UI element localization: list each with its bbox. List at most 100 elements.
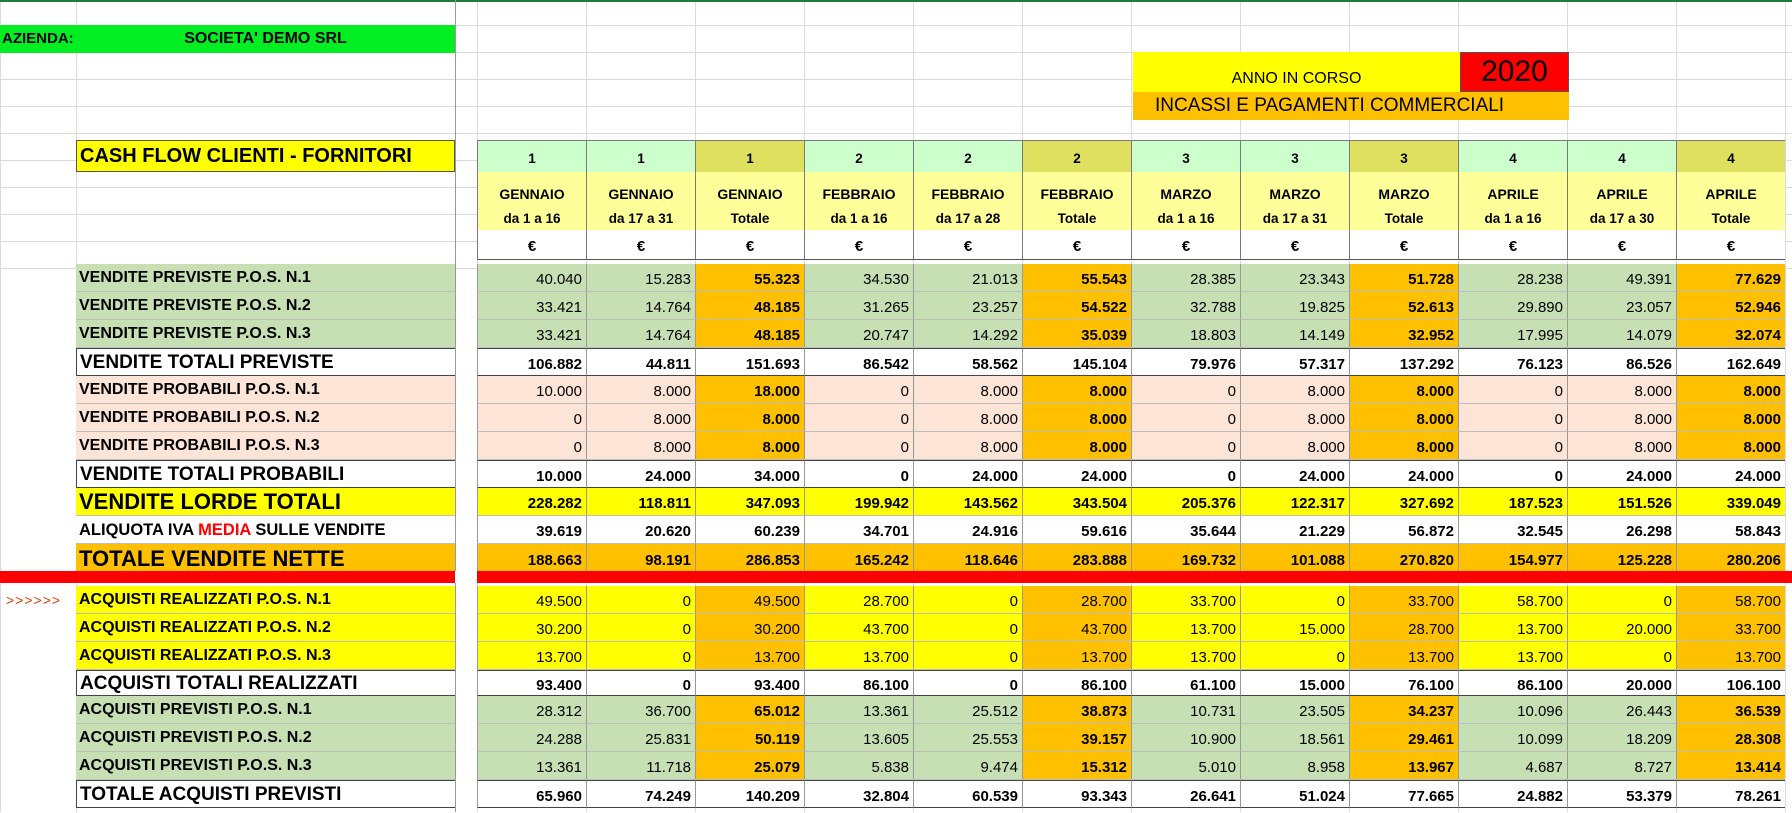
value-cell[interactable]: 28.312 — [477, 696, 586, 724]
value-cell[interactable]: 54.522 — [1022, 292, 1131, 320]
column-month-name[interactable]: MARZO — [1349, 172, 1458, 207]
column-currency-symbol[interactable]: € — [586, 230, 695, 260]
value-cell[interactable]: 199.942 — [804, 488, 913, 516]
value-cell[interactable]: 0 — [1131, 460, 1240, 488]
value-cell[interactable]: 8.000 — [586, 376, 695, 404]
value-cell[interactable]: 98.191 — [586, 544, 695, 574]
value-cell[interactable]: 339.049 — [1676, 488, 1785, 516]
value-cell[interactable]: 34.000 — [695, 460, 804, 488]
value-cell[interactable]: 23.257 — [913, 292, 1022, 320]
value-cell[interactable]: 28.385 — [1131, 264, 1240, 292]
value-cell[interactable]: 93.400 — [695, 670, 804, 696]
value-cell[interactable]: 25.553 — [913, 724, 1022, 752]
value-cell[interactable]: 14.079 — [1567, 320, 1676, 348]
column-month-name[interactable]: FEBBRAIO — [1022, 172, 1131, 207]
value-cell[interactable]: 13.700 — [1131, 642, 1240, 670]
value-cell[interactable]: 21.229 — [1240, 516, 1349, 544]
year-value[interactable]: 2020 — [1460, 52, 1569, 92]
row-label[interactable]: VENDITE PROBABILI P.O.S. N.2 — [76, 404, 455, 432]
value-cell[interactable]: 0 — [477, 432, 586, 460]
value-cell[interactable]: 39.619 — [477, 516, 586, 544]
column-date-range[interactable]: da 1 a 16 — [1131, 207, 1240, 230]
value-cell[interactable]: 10.000 — [477, 376, 586, 404]
value-cell[interactable]: 15.000 — [1240, 614, 1349, 642]
value-cell[interactable]: 19.825 — [1240, 292, 1349, 320]
value-cell[interactable]: 280.206 — [1676, 544, 1785, 574]
value-cell[interactable]: 65.012 — [695, 696, 804, 724]
value-cell[interactable]: 151.526 — [1567, 488, 1676, 516]
value-cell[interactable]: 13.361 — [804, 696, 913, 724]
value-cell[interactable]: 28.700 — [804, 586, 913, 614]
value-cell[interactable]: 17.995 — [1458, 320, 1567, 348]
value-cell[interactable]: 122.317 — [1240, 488, 1349, 516]
value-cell[interactable]: 14.292 — [913, 320, 1022, 348]
value-cell[interactable]: 13.700 — [1458, 614, 1567, 642]
column-month-name[interactable]: GENNAIO — [477, 172, 586, 207]
value-cell[interactable]: 8.000 — [586, 432, 695, 460]
company-label[interactable]: AZIENDA: — [0, 25, 76, 53]
value-cell[interactable]: 0 — [913, 614, 1022, 642]
value-cell[interactable]: 0 — [804, 404, 913, 432]
value-cell[interactable]: 32.952 — [1349, 320, 1458, 348]
value-cell[interactable]: 49.500 — [477, 586, 586, 614]
value-cell[interactable]: 26.443 — [1567, 696, 1676, 724]
column-period-number[interactable]: 3 — [1349, 140, 1458, 172]
value-cell[interactable]: 23.057 — [1567, 292, 1676, 320]
value-cell[interactable]: 8.958 — [1240, 752, 1349, 780]
value-cell[interactable]: 13.700 — [1676, 642, 1785, 670]
value-cell[interactable]: 58.700 — [1458, 586, 1567, 614]
value-cell[interactable]: 28.308 — [1676, 724, 1785, 752]
column-period-number[interactable]: 3 — [1240, 140, 1349, 172]
value-cell[interactable]: 33.421 — [477, 320, 586, 348]
value-cell[interactable]: 24.000 — [913, 460, 1022, 488]
value-cell[interactable]: 187.523 — [1458, 488, 1567, 516]
value-cell[interactable]: 76.123 — [1458, 348, 1567, 376]
value-cell[interactable]: 24.882 — [1458, 780, 1567, 808]
column-currency-symbol[interactable]: € — [1022, 230, 1131, 260]
sheet-title[interactable]: CASH FLOW CLIENTI - FORNITORI — [76, 140, 455, 172]
value-cell[interactable]: 13.700 — [477, 642, 586, 670]
value-cell[interactable]: 15.000 — [1240, 670, 1349, 696]
value-cell[interactable]: 0 — [1240, 586, 1349, 614]
column-date-range[interactable]: Totale — [1022, 207, 1131, 230]
value-cell[interactable]: 57.317 — [1240, 348, 1349, 376]
value-cell[interactable]: 34.237 — [1349, 696, 1458, 724]
column-currency-symbol[interactable]: € — [1567, 230, 1676, 260]
value-cell[interactable]: 24.000 — [586, 460, 695, 488]
row-label[interactable]: VENDITE PROBABILI P.O.S. N.1 — [76, 376, 455, 404]
column-period-number[interactable]: 2 — [913, 140, 1022, 172]
value-cell[interactable]: 28.700 — [1349, 614, 1458, 642]
column-month-name[interactable]: FEBBRAIO — [804, 172, 913, 207]
value-cell[interactable]: 30.200 — [477, 614, 586, 642]
row-label[interactable]: VENDITE PROBABILI P.O.S. N.3 — [76, 432, 455, 460]
column-month-name[interactable]: MARZO — [1131, 172, 1240, 207]
value-cell[interactable]: 13.700 — [695, 642, 804, 670]
column-date-range[interactable]: da 1 a 16 — [1458, 207, 1567, 230]
column-month-name[interactable]: APRILE — [1458, 172, 1567, 207]
value-cell[interactable]: 77.665 — [1349, 780, 1458, 808]
value-cell[interactable]: 8.000 — [913, 432, 1022, 460]
value-cell[interactable]: 53.379 — [1567, 780, 1676, 808]
value-cell[interactable]: 60.539 — [913, 780, 1022, 808]
value-cell[interactable]: 20.747 — [804, 320, 913, 348]
value-cell[interactable]: 101.088 — [1240, 544, 1349, 574]
value-cell[interactable]: 77.629 — [1676, 264, 1785, 292]
column-month-name[interactable]: GENNAIO — [695, 172, 804, 207]
value-cell[interactable]: 14.149 — [1240, 320, 1349, 348]
value-cell[interactable]: 60.239 — [695, 516, 804, 544]
value-cell[interactable]: 10.099 — [1458, 724, 1567, 752]
value-cell[interactable]: 18.209 — [1567, 724, 1676, 752]
value-cell[interactable]: 24.288 — [477, 724, 586, 752]
value-cell[interactable]: 21.013 — [913, 264, 1022, 292]
value-cell[interactable]: 8.727 — [1567, 752, 1676, 780]
column-period-number[interactable]: 2 — [804, 140, 913, 172]
column-currency-symbol[interactable]: € — [913, 230, 1022, 260]
value-cell[interactable]: 93.400 — [477, 670, 586, 696]
value-cell[interactable]: 25.079 — [695, 752, 804, 780]
value-cell[interactable]: 347.093 — [695, 488, 804, 516]
value-cell[interactable]: 61.100 — [1131, 670, 1240, 696]
column-period-number[interactable]: 1 — [477, 140, 586, 172]
value-cell[interactable]: 0 — [586, 614, 695, 642]
value-cell[interactable]: 23.343 — [1240, 264, 1349, 292]
value-cell[interactable]: 28.700 — [1022, 586, 1131, 614]
